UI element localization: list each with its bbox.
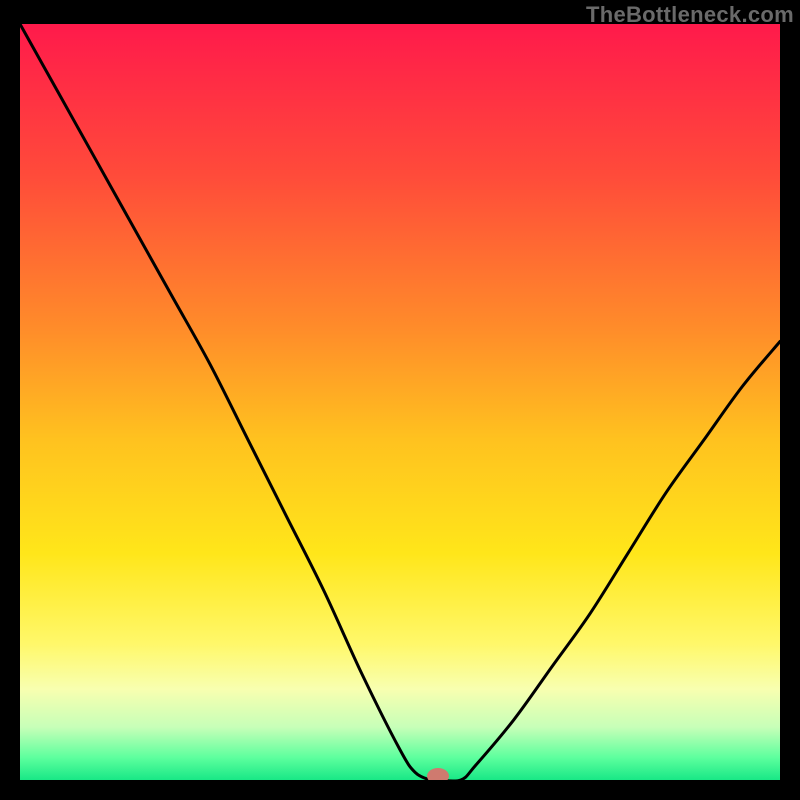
gradient-background	[20, 24, 780, 780]
chart-frame: TheBottleneck.com	[0, 0, 800, 800]
plot-area	[20, 24, 780, 780]
bottleneck-chart	[20, 24, 780, 780]
